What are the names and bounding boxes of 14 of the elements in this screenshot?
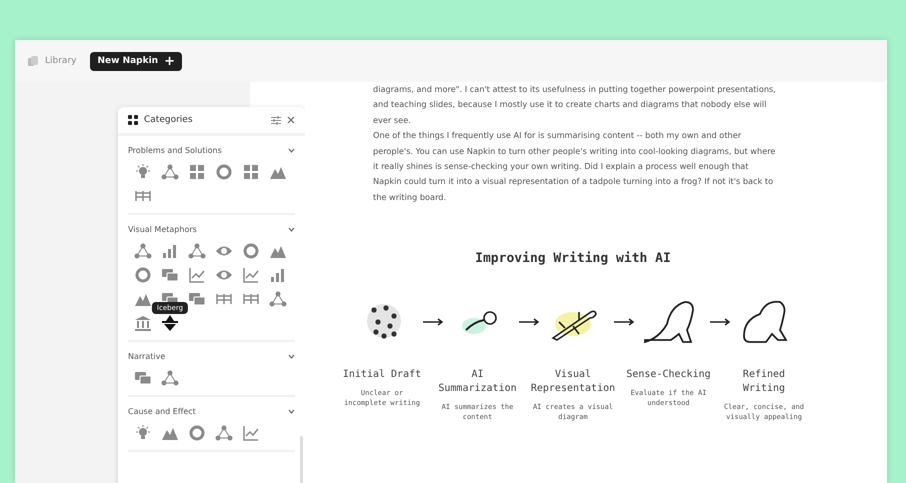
panel-title: Categories (144, 115, 194, 125)
paragraph: One of the things I frequently use AI for is summarising content -- both my own and other perople's. You can use Napkin to turn other people's writing into cool-looking diagrams, but where it really shines is sense-checking your own writing. Did I explain a process well enough that Napkin could turn it into a visual representation of a tadpole turning into a frog? If not it's back to the writing board. (373, 129, 776, 204)
diagram-title: Improving Writing with AI (475, 251, 671, 266)
step-title: Visual Representation (530, 368, 616, 396)
step-title: Initial Draft (342, 368, 422, 382)
paragraph: diagrams, and more". I can't attest to its usefulness in putting together powerpoint presentations, and teaching slides, because I mostly use it to create charts and diagrams that nobody else will ever see. (373, 83, 777, 127)
step-title: Sense-Checking (626, 368, 711, 382)
section-title: Problems and Solutions (128, 146, 222, 155)
section-title: Narrative (128, 352, 166, 361)
step-title: Refined Writing (742, 368, 786, 396)
new-napkin-button[interactable]: New Napkin + (90, 52, 182, 70)
step-title: AI Summarization (437, 368, 518, 396)
section-title: Visual Metaphors (128, 225, 197, 234)
section-title: Cause and Effect (128, 407, 196, 416)
